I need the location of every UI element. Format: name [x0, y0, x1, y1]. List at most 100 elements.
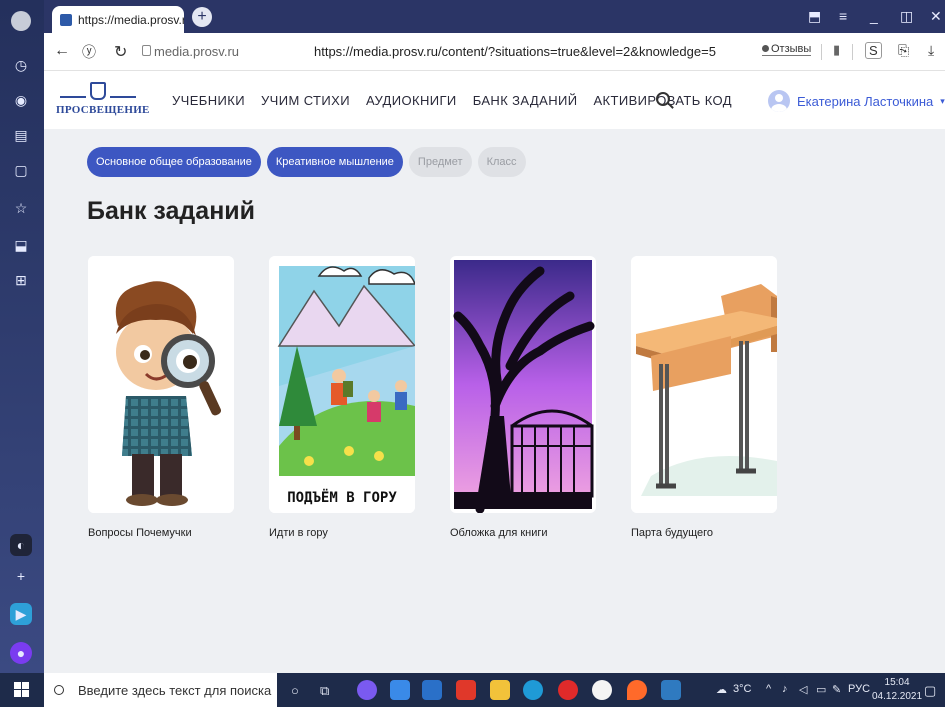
- nav-task-bank[interactable]: БАНК ЗАДАНИЙ: [473, 93, 578, 108]
- apps-grid-icon[interactable]: ⊞: [10, 269, 32, 291]
- alice-app-icon[interactable]: ◐: [10, 534, 32, 556]
- reviews-dot-icon: [762, 45, 769, 52]
- notes-icon[interactable]: ▤: [10, 124, 32, 146]
- assistant-icon[interactable]: ●: [10, 642, 32, 664]
- card-caption[interactable]: Вопросы Почемучки: [88, 527, 192, 539]
- site-favicon-icon: [60, 13, 72, 26]
- site-header: ПРОСВЕЩЕНИЕ УЧЕБНИКИ УЧИМ СТИХИ АУДИОКНИ…: [44, 71, 945, 129]
- site-domain[interactable]: media.prosv.ru: [154, 44, 239, 59]
- tray-mic-icon[interactable]: ♪: [782, 683, 788, 695]
- profile-avatar[interactable]: [11, 11, 31, 31]
- screenshot-icon[interactable]: ⬓: [10, 234, 32, 256]
- add-panel-icon[interactable]: +: [10, 565, 32, 587]
- battery-icon[interactable]: ▭: [816, 683, 826, 696]
- nav-poems[interactable]: УЧИМ СТИХИ: [261, 93, 350, 108]
- messenger-icon[interactable]: ▶: [10, 603, 32, 625]
- taskbar-search-input[interactable]: Введите здесь текст для поиска: [44, 673, 277, 707]
- user-menu[interactable]: Екатерина Ласточкина ▾: [768, 90, 945, 112]
- edge-app-icon[interactable]: [523, 680, 543, 700]
- card-caption[interactable]: Парта будущего: [631, 527, 713, 539]
- notifications-icon[interactable]: ▢: [924, 683, 936, 699]
- task-view-icon[interactable]: ⧉: [320, 683, 329, 699]
- page-title: Банк заданий: [87, 197, 256, 225]
- search-icon: [54, 685, 64, 695]
- close-window-icon[interactable]: ✕: [930, 8, 942, 25]
- tab-strip: https://media.prosv.ru/c × + ⬒ ≡ _ ◫ ✕: [44, 0, 945, 33]
- divider: [821, 44, 822, 60]
- main-content: Основное общее образование Креативное мы…: [44, 129, 945, 673]
- main-nav: УЧЕБНИКИ УЧИМ СТИХИ АУДИОКНИГИ БАНК ЗАДА…: [172, 93, 732, 108]
- hikers-mountain-image: ПОДЪЁМ В ГОРУ: [269, 256, 415, 513]
- divider: [852, 44, 853, 60]
- hike-image-text: ПОДЪЁМ В ГОРУ: [287, 489, 397, 506]
- download-icon[interactable]: ⤓: [928, 42, 934, 59]
- taskbar-clock[interactable]: 15:04 04.12.2021: [872, 676, 922, 704]
- tray-chevron-up-icon[interactable]: ^: [766, 683, 771, 695]
- prosveshchenie-logo[interactable]: ПРОСВЕЩЕНИЕ: [56, 82, 149, 122]
- temperature[interactable]: 3°C: [733, 683, 751, 695]
- yandex-icon[interactable]: ⓨ: [82, 42, 96, 62]
- back-arrow-icon[interactable]: ←: [54, 42, 70, 60]
- filter-chips: Основное общее образование Креативное мы…: [87, 147, 526, 177]
- task-card[interactable]: ПОДЪЁМ В ГОРУ: [269, 256, 415, 513]
- reviews-label: Отзывы: [771, 43, 812, 55]
- browser-sidebar: ◷ ◉ ▤ ▢ ☆ ⬓ ⊞ ◐ + ▶ ●: [0, 0, 44, 673]
- extension-s-icon[interactable]: S: [865, 42, 882, 59]
- photos-app-icon[interactable]: [661, 680, 681, 700]
- card-caption[interactable]: Обложка для книги: [450, 527, 548, 539]
- filter-chip-competence[interactable]: Креативное мышление: [266, 147, 403, 177]
- book-cover-tree-image: [453, 260, 595, 513]
- task-card[interactable]: [88, 256, 234, 513]
- lock-icon: [142, 45, 151, 56]
- nav-textbooks[interactable]: УЧЕБНИКИ: [172, 93, 245, 108]
- bookmarks-star-icon[interactable]: ☆: [10, 197, 32, 219]
- media-icon[interactable]: ◉: [10, 89, 32, 111]
- user-avatar: [768, 90, 790, 112]
- downloads-icon[interactable]: ⬒: [808, 8, 821, 25]
- restore-icon[interactable]: ◫: [900, 8, 913, 25]
- card-caption[interactable]: Идти в гору: [269, 527, 328, 539]
- cortana-icon[interactable]: ○: [291, 683, 299, 698]
- url-field[interactable]: https://media.prosv.ru/content/?situatio…: [314, 44, 716, 59]
- filter-chip-grade[interactable]: Класс: [477, 147, 526, 177]
- reload-icon[interactable]: ↻: [114, 42, 127, 62]
- search-icon[interactable]: [656, 92, 670, 106]
- task-card[interactable]: [631, 256, 777, 513]
- boy-with-magnifier-image: [88, 256, 234, 513]
- chevron-down-icon: ▾: [940, 95, 945, 106]
- logo-mark-icon: [90, 82, 106, 100]
- task-card[interactable]: [450, 256, 596, 513]
- nav-audiobooks[interactable]: АУДИОКНИГИ: [366, 93, 457, 108]
- flame-app-icon[interactable]: [627, 680, 647, 700]
- opera-app-icon[interactable]: [558, 680, 578, 700]
- history-icon[interactable]: ◷: [10, 54, 32, 76]
- filter-chip-level[interactable]: Основное общее образование: [87, 147, 261, 177]
- volume-icon[interactable]: ◁: [799, 683, 807, 696]
- yandex-browser-icon[interactable]: [592, 680, 612, 700]
- yandex-app-icon[interactable]: [456, 680, 476, 700]
- tabs-icon[interactable]: ▢: [10, 159, 32, 181]
- browser-app-icon[interactable]: [357, 680, 377, 700]
- new-tab-button[interactable]: +: [192, 7, 212, 27]
- reviews-button[interactable]: Отзывы: [762, 43, 812, 56]
- weather-icon[interactable]: ☁: [716, 683, 727, 696]
- input-language[interactable]: РУС: [848, 683, 870, 695]
- school-desk-image: [631, 256, 777, 513]
- pen-icon[interactable]: ✎: [832, 683, 841, 696]
- user-name: Екатерина Ласточкина: [797, 93, 934, 109]
- tab-title: https://media.prosv.ru/c: [78, 12, 184, 27]
- address-bar: ← ⓨ ↻ media.prosv.ru https://media.prosv…: [44, 33, 945, 71]
- browser-tab[interactable]: https://media.prosv.ru/c ×: [52, 6, 184, 33]
- start-button[interactable]: [14, 682, 29, 697]
- filter-chip-subject[interactable]: Предмет: [408, 147, 472, 177]
- minimize-icon[interactable]: _: [870, 8, 878, 24]
- logo-text: ПРОСВЕЩЕНИЕ: [56, 104, 150, 116]
- bookmark-icon[interactable]: ▮: [833, 42, 840, 58]
- mail-app-icon[interactable]: [390, 680, 410, 700]
- store-app-icon[interactable]: [422, 680, 442, 700]
- file-explorer-icon[interactable]: [490, 680, 510, 700]
- collections-icon[interactable]: ⎘: [898, 42, 909, 59]
- clock-date: 04.12.2021: [872, 691, 923, 702]
- windows-taskbar: Введите здесь текст для поиска ○ ⧉ ☁ 3°C…: [0, 673, 945, 707]
- menu-icon[interactable]: ≡: [839, 8, 847, 24]
